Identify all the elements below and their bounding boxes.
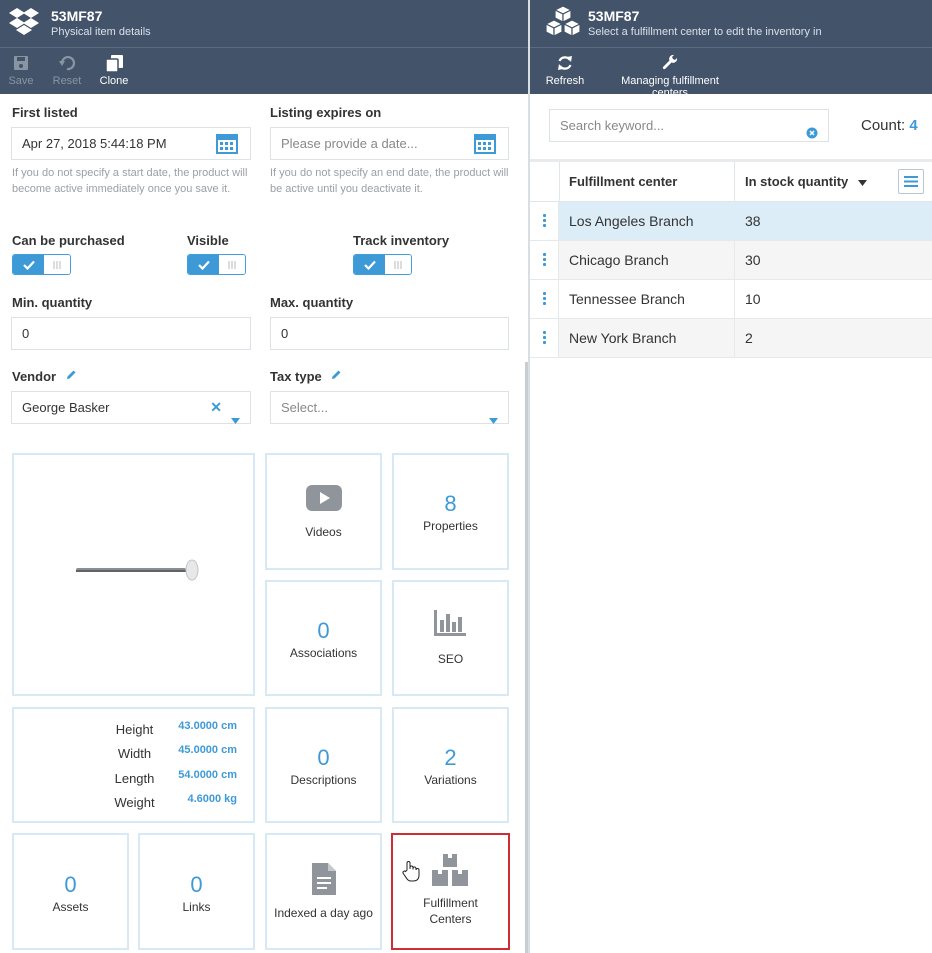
fulfillment-centers-tile[interactable]: Fulfillment Centers [391, 833, 510, 950]
refresh-button[interactable]: Refresh [544, 54, 586, 87]
dimension-row: Height 43.0000 cm [115, 720, 237, 737]
blade-title: 53MF87 [51, 8, 103, 24]
blade-toolbar: Save Reset Clone [0, 47, 528, 94]
boxes-icon [432, 854, 468, 886]
track-inventory-label: Track inventory [353, 233, 450, 248]
visible-label: Visible [187, 233, 229, 248]
cubes-icon [543, 4, 583, 43]
first-listed-label: First listed [12, 105, 78, 120]
videos-tile[interactable]: Videos [265, 453, 382, 570]
blade-subtitle: Physical item details [51, 26, 151, 38]
video-play-icon [306, 485, 342, 511]
expires-help: If you do not specify an end date, the p… [270, 167, 509, 195]
grip-icon [228, 260, 236, 269]
menu-icon [904, 176, 918, 187]
caret-down-icon[interactable] [231, 404, 240, 435]
min-qty-input[interactable]: 0 [11, 317, 251, 350]
clone-icon [99, 54, 129, 74]
manage-fulfillment-button[interactable]: Managing fulfillment centers [602, 54, 738, 99]
can-purchase-toggle[interactable] [12, 254, 71, 275]
row-actions-handle[interactable] [530, 202, 559, 240]
pencil-icon[interactable] [65, 369, 77, 381]
properties-tile[interactable]: 8 Properties [392, 453, 509, 570]
associations-tile[interactable]: 0 Associations [265, 580, 382, 696]
links-tile[interactable]: 0 Links [138, 833, 255, 950]
refresh-icon [544, 54, 586, 74]
max-qty-label: Max. quantity [270, 295, 354, 310]
dimension-row: Length 54.0000 cm [114, 769, 237, 786]
blade-toolbar: Refresh Managing fulfillment centers [530, 47, 932, 99]
variations-tile[interactable]: 2 Variations [392, 707, 509, 823]
can-purchase-label: Can be purchased [12, 233, 125, 248]
row-actions-handle[interactable] [530, 280, 559, 318]
calendar-icon[interactable] [474, 132, 496, 165]
descriptions-tile[interactable]: 0 Descriptions [265, 707, 382, 823]
grip-icon [53, 260, 61, 269]
check-icon [197, 260, 210, 270]
result-count: Count: 4 [861, 117, 918, 134]
blade-header: 53MF87 Physical item details [0, 0, 528, 47]
document-icon [312, 863, 336, 895]
dropbox-icon [8, 6, 40, 41]
expires-label: Listing expires on [270, 105, 382, 120]
assets-tile[interactable]: 0 Assets [12, 833, 129, 950]
first-listed-input[interactable]: Apr 27, 2018 5:44:18 PM [11, 127, 251, 160]
row-actions-handle[interactable] [530, 319, 559, 357]
clone-button[interactable]: Clone [99, 54, 129, 87]
first-listed-help: If you do not specify a start date, the … [12, 167, 248, 195]
max-qty-input[interactable]: 0 [270, 317, 509, 350]
search-input[interactable]: Search keyword... [549, 109, 829, 142]
save-button[interactable]: Save [8, 54, 34, 87]
dimension-row: Width 45.0000 cm [117, 744, 237, 761]
grid-menu-button[interactable] [898, 169, 924, 194]
check-icon [22, 260, 35, 270]
table-row[interactable]: Tennessee Branch 10 [530, 280, 932, 319]
column-header-qty[interactable]: In stock quantity [745, 174, 867, 189]
clear-search-icon[interactable] [806, 119, 818, 150]
product-image [76, 559, 199, 581]
wrench-icon [602, 54, 738, 74]
visible-toggle[interactable] [187, 254, 246, 275]
sort-desc-icon [857, 179, 867, 186]
pencil-icon[interactable] [330, 369, 342, 381]
blade-header: 53MF87 Select a fulfillment center to ed… [530, 0, 932, 47]
expires-input[interactable]: Please provide a date... [270, 127, 509, 160]
bar-chart-icon [434, 610, 466, 636]
table-row[interactable]: Los Angeles Branch 38 [530, 202, 932, 241]
table-row[interactable]: Chicago Branch 30 [530, 241, 932, 280]
dimensions-tile[interactable]: Height 43.0000 cm Width 45.0000 cm Length 5… [12, 707, 255, 823]
product-image-tile[interactable] [12, 453, 255, 696]
fulfillment-blade: 53MF87 Select a fulfillment center to ed… [530, 0, 932, 953]
blade-title: 53MF87 [588, 8, 640, 24]
clear-icon[interactable]: ✕ [210, 392, 222, 423]
tax-type-select[interactable]: Select... [270, 391, 509, 424]
check-icon [363, 260, 376, 270]
track-inventory-toggle[interactable] [353, 254, 412, 275]
blade-subtitle: Select a fulfillment center to edit the … [588, 26, 822, 38]
grid-header: Fulfillment center In stock quantity [530, 162, 932, 202]
hand-cursor-icon [402, 861, 420, 882]
column-header-center[interactable]: Fulfillment center [569, 174, 677, 189]
vendor-select[interactable]: George Basker ✕ [11, 391, 251, 424]
save-icon [8, 54, 34, 74]
item-details-blade: 53MF87 Physical item details Save Reset … [0, 0, 528, 953]
grip-icon [394, 260, 402, 269]
calendar-icon[interactable] [216, 132, 238, 165]
caret-down-icon[interactable] [489, 404, 498, 435]
row-actions-handle[interactable] [530, 241, 559, 279]
undo-icon [50, 54, 84, 74]
reset-button[interactable]: Reset [50, 54, 84, 87]
dimension-row: Weight 4.6000 kg [114, 793, 237, 810]
seo-tile[interactable]: SEO [392, 580, 509, 696]
table-row[interactable]: New York Branch 2 [530, 319, 932, 358]
tax-type-label: Tax type [270, 369, 342, 384]
indexed-tile[interactable]: Indexed a day ago [265, 833, 382, 950]
min-qty-label: Min. quantity [12, 295, 93, 310]
vendor-label: Vendor [12, 369, 77, 384]
